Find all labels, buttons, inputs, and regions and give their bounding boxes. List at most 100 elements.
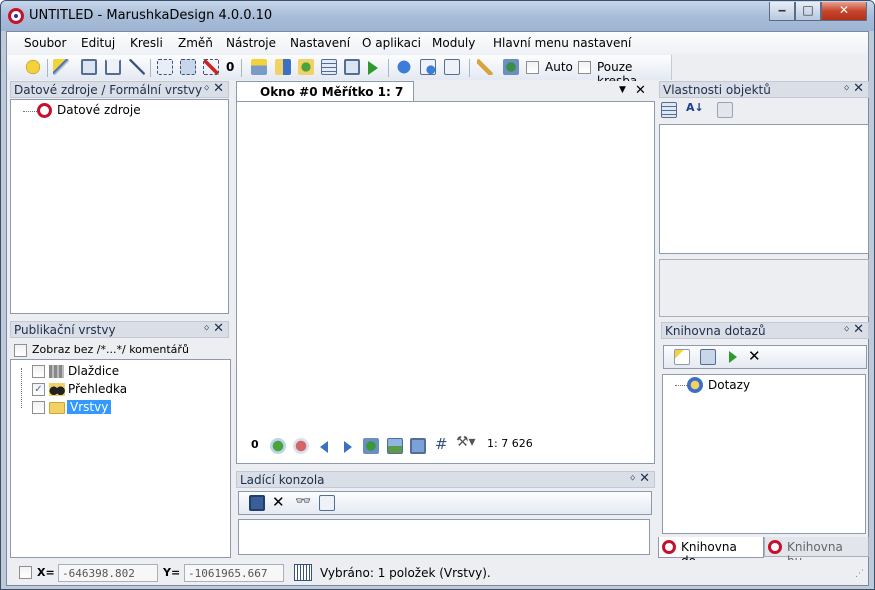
x-coordinate-field[interactable]: -646398.802 — [58, 564, 158, 582]
layer-checkbox-dlazdice[interactable] — [32, 365, 45, 378]
queries-tree: Dotazy — [662, 374, 866, 534]
edit-query-icon[interactable] — [700, 349, 716, 365]
run-query-icon[interactable] — [729, 351, 737, 363]
toolbar-separator — [469, 59, 470, 77]
toolbar-separator — [47, 59, 48, 77]
close-panel-icon[interactable]: ✕ — [213, 321, 224, 336]
layer-data-icon[interactable] — [298, 59, 314, 75]
menu-kresli[interactable]: Kresli — [130, 36, 163, 50]
y-coordinate-field[interactable]: -1061965.667 — [184, 564, 284, 582]
select-objects-icon[interactable] — [157, 59, 173, 75]
info-page-icon[interactable] — [420, 59, 436, 75]
zoom-out-icon[interactable] — [293, 438, 309, 454]
close-panel-icon[interactable]: ✕ — [213, 81, 224, 96]
query-root-label[interactable]: Dotazy — [708, 378, 750, 392]
pin-icon[interactable]: ᛜ — [629, 472, 636, 485]
tools-icon[interactable]: ⚒▾ — [456, 434, 476, 450]
layer-label-vrstvy[interactable]: Vrstvy — [67, 400, 112, 414]
auto-checkbox[interactable] — [526, 61, 539, 74]
play-icon[interactable] — [368, 61, 378, 75]
menu-o-aplikaci[interactable]: O aplikaci — [362, 36, 421, 50]
maximize-button[interactable]: □ — [795, 2, 821, 21]
status-bar: X= -646398.802 Y= -1061965.667 Vybráno: … — [7, 560, 868, 585]
map-window-tab[interactable]: Okno #0 Měřítko 1: 7 626 — [236, 81, 414, 113]
pin-icon[interactable]: ᛜ — [203, 322, 210, 335]
menu-moduly[interactable]: Moduly — [432, 36, 475, 50]
properties-grid[interactable] — [659, 124, 869, 254]
info-icon[interactable] — [396, 59, 412, 75]
select-pointer-icon[interactable] — [53, 59, 69, 75]
zoom-in-icon[interactable] — [270, 438, 286, 454]
tab-close-icon[interactable]: ✕ — [635, 83, 646, 98]
full-extent-icon[interactable] — [410, 438, 426, 454]
datasources-panel-title: Datové zdroje / Formální vrstvy — [14, 83, 203, 97]
forward-arrow-icon[interactable] — [344, 441, 352, 453]
menu-nastroje[interactable]: Nástroje — [226, 36, 276, 50]
properties-description — [659, 259, 869, 317]
layer-checkbox-vrstvy[interactable] — [32, 401, 45, 414]
map-image-icon[interactable] — [387, 438, 403, 454]
refresh-map-icon[interactable] — [363, 438, 379, 454]
datasources-tree: Datové zdroje — [10, 99, 229, 314]
delete-query-icon[interactable]: ✕ — [748, 347, 761, 365]
layer-label-dlazdice[interactable]: Dlaždice — [68, 364, 119, 378]
save-icon[interactable] — [249, 495, 265, 511]
pin-icon[interactable]: ᛜ — [843, 82, 850, 95]
new-query-icon[interactable] — [674, 349, 690, 365]
datasource-root[interactable]: Datové zdroje — [57, 103, 141, 117]
pin-icon[interactable]: ᛜ — [843, 323, 850, 336]
query-library-icon — [662, 540, 676, 554]
tab-knihovna-buffer[interactable]: Knihovna bu... — [764, 537, 869, 568]
menu-soubor[interactable]: Soubor — [24, 36, 66, 50]
deselect-icon[interactable] — [203, 59, 219, 75]
resize-grip-icon[interactable]: ⋰ — [855, 569, 864, 579]
layer-checkbox-prehledka[interactable]: ✓ — [32, 383, 45, 396]
tab-dropdown-icon[interactable]: ▼ — [619, 85, 626, 95]
close-panel-icon[interactable]: ✕ — [853, 322, 864, 337]
menu-nastaveni[interactable]: Nastavení — [290, 36, 350, 50]
y-label: Y= — [163, 566, 181, 579]
folder-icon — [49, 402, 65, 414]
property-pages-icon[interactable] — [717, 102, 733, 118]
map-navigation-bar: 0 # ⚒▾ 1: 7 626 — [246, 434, 546, 456]
menu-zmen[interactable]: Změň — [178, 36, 213, 50]
clear-icon[interactable]: ✕ — [272, 493, 285, 511]
tab-knihovna-dotazu[interactable]: Knihovna do... — [658, 537, 764, 568]
back-arrow-icon[interactable] — [320, 441, 328, 453]
menu-edituj[interactable]: Edituj — [81, 36, 115, 50]
close-button[interactable]: ✕ — [821, 2, 867, 21]
select-area-icon[interactable] — [180, 59, 196, 75]
minimize-button[interactable]: ‒ — [769, 2, 795, 21]
query-info-icon[interactable] — [444, 59, 460, 75]
pin-icon[interactable]: ᛜ — [203, 82, 210, 95]
zoom-window-icon[interactable] — [81, 59, 97, 75]
title-bar: UNTITLED - MarushkaDesign 4.0.0.10 ‒ □ ✕ — [1, 1, 874, 31]
close-panel-icon[interactable]: ✕ — [853, 81, 864, 96]
layer-properties-icon[interactable] — [251, 59, 267, 75]
smiley-icon[interactable] — [25, 59, 41, 75]
grid-icon[interactable]: # — [435, 435, 448, 453]
layer-list-icon[interactable] — [321, 59, 337, 75]
sort-alphabetical-icon[interactable]: A↓ — [686, 101, 704, 114]
map-canvas[interactable] — [236, 101, 655, 464]
watch-icon[interactable]: 👓 — [295, 494, 311, 509]
layer-tree-icon[interactable] — [275, 59, 291, 75]
layer-label-prehledka[interactable]: Přehledka — [68, 382, 127, 396]
console-output[interactable] — [238, 519, 650, 555]
measure-icon[interactable] — [129, 59, 145, 75]
map-search-icon[interactable] — [503, 59, 519, 75]
pouze-kresba-checkbox[interactable] — [578, 61, 591, 74]
menu-hlavni-menu-nastaveni[interactable]: Hlavní menu nastavení — [493, 36, 631, 50]
wrap-icon[interactable] — [319, 495, 335, 511]
tiles-icon — [49, 365, 64, 378]
filter-comments-checkbox[interactable] — [14, 344, 27, 357]
close-panel-icon[interactable]: ✕ — [639, 471, 650, 486]
coordinates-checkbox[interactable] — [19, 566, 32, 579]
toolbar-separator — [150, 59, 151, 77]
query-root-icon — [687, 377, 703, 393]
selection-count: 0 — [226, 60, 235, 74]
home-icon[interactable] — [105, 59, 121, 75]
categorized-icon[interactable] — [661, 102, 677, 118]
windows-icon[interactable] — [344, 59, 360, 75]
pencil-icon[interactable] — [477, 59, 493, 75]
